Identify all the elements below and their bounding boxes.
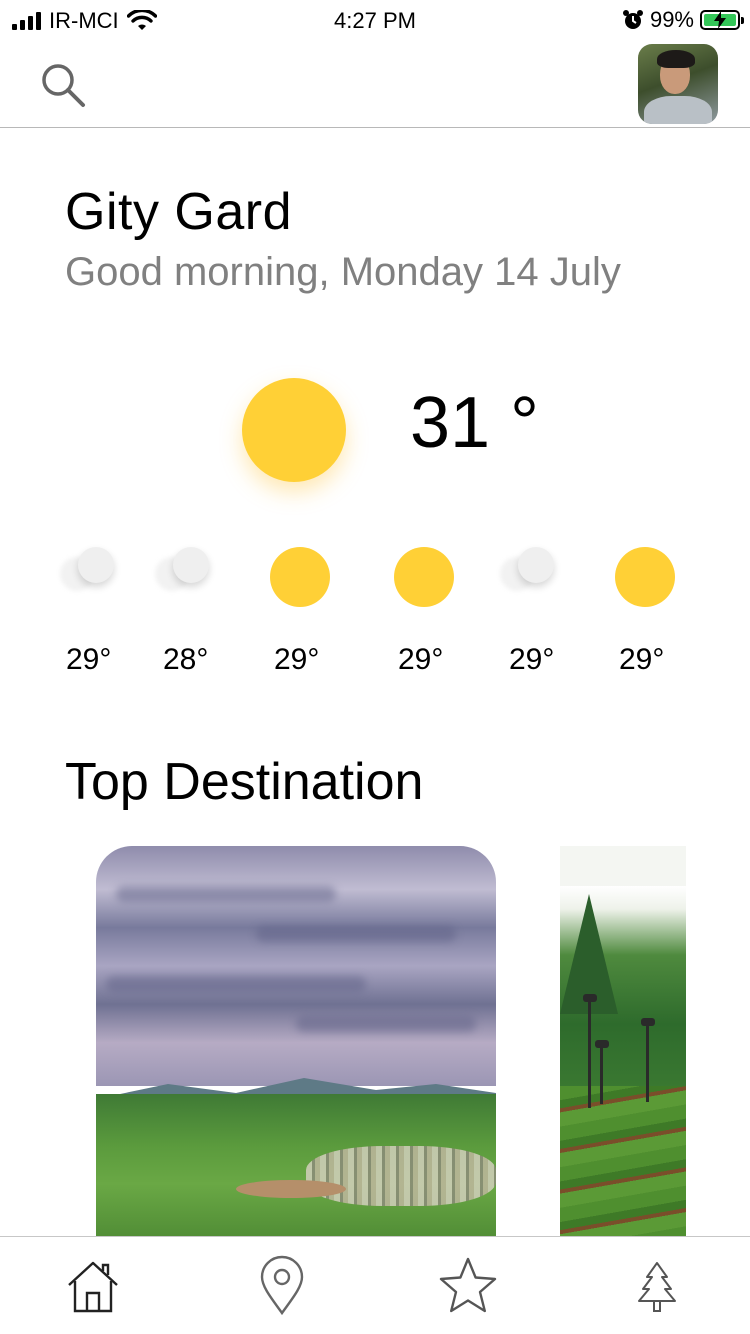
current-temperature: 31 ° bbox=[410, 383, 539, 463]
cloud-icon bbox=[155, 547, 215, 607]
destination-card[interactable] bbox=[96, 846, 496, 1238]
battery-percent: 99% bbox=[649, 7, 694, 32]
sun-icon bbox=[270, 547, 330, 607]
star-icon bbox=[439, 1257, 497, 1313]
forecast-temperature: 29° bbox=[619, 643, 665, 676]
tab-location[interactable] bbox=[252, 1255, 312, 1317]
sun-icon bbox=[615, 547, 675, 607]
header bbox=[0, 40, 750, 128]
battery-icon bbox=[700, 10, 744, 30]
city-name: Gity Gard bbox=[65, 183, 292, 241]
destination-card[interactable] bbox=[560, 846, 686, 1238]
tab-bar bbox=[0, 1236, 750, 1334]
user-avatar[interactable] bbox=[638, 44, 718, 124]
tree-icon bbox=[638, 1262, 676, 1312]
cloud-icon bbox=[60, 547, 120, 607]
charging-bolt-icon bbox=[714, 11, 726, 29]
section-title: Top Destination bbox=[65, 753, 424, 811]
alarm-icon bbox=[622, 10, 643, 29]
forecast-temperature: 29° bbox=[274, 643, 320, 676]
forecast-temperature: 29° bbox=[509, 643, 555, 676]
tab-favorites[interactable] bbox=[438, 1255, 498, 1317]
status-bar: IR-MCI 4:27 PM 99% bbox=[0, 0, 750, 40]
tab-nature[interactable] bbox=[627, 1255, 687, 1317]
sun-icon bbox=[394, 547, 454, 607]
greeting-text: Good morning, Monday 14 July bbox=[65, 250, 621, 294]
cloud-icon bbox=[500, 547, 560, 607]
search-icon[interactable] bbox=[38, 60, 86, 108]
forecast-temperature: 28° bbox=[163, 643, 209, 676]
forecast-temperature: 29° bbox=[398, 643, 444, 676]
home-icon bbox=[68, 1261, 118, 1313]
location-pin-icon bbox=[260, 1255, 304, 1316]
status-right: 99% bbox=[622, 7, 744, 33]
forecast-temperature: 29° bbox=[66, 643, 112, 676]
sun-icon bbox=[242, 378, 346, 482]
tab-home[interactable] bbox=[63, 1255, 123, 1317]
